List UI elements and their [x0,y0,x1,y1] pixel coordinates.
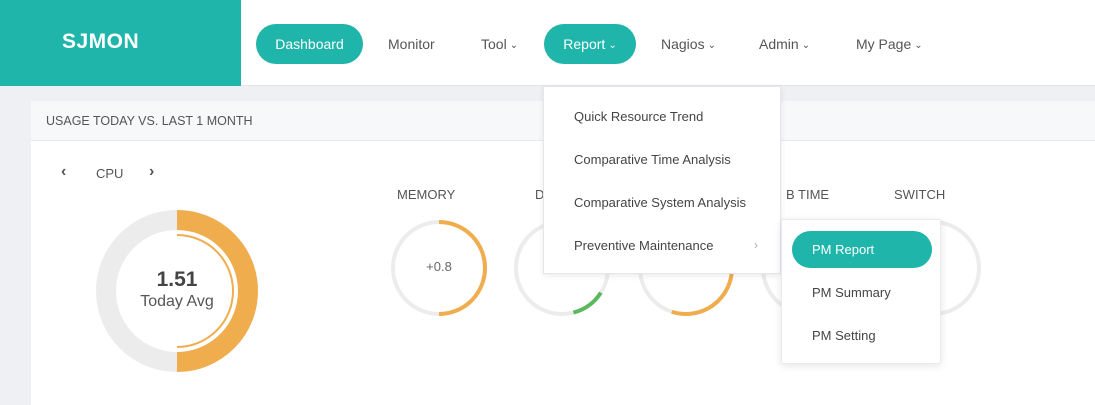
nav-admin[interactable]: Admin ⌄ [759,24,810,64]
menu-item-quick-resource-trend[interactable]: Quick Resource Trend [574,109,703,124]
nav-dashboard[interactable]: Dashboard [256,24,363,64]
nav-tool-label: Tool [481,36,507,52]
switch-label: SWITCH [894,187,946,202]
nav-monitor[interactable]: Monitor [388,24,435,64]
pm-submenu: PM Report PM Summary PM Setting [781,219,941,364]
nav-dashboard-label: Dashboard [275,36,344,52]
nav-report[interactable]: Report ⌄ [544,24,636,64]
chevron-down-icon: ⌄ [801,40,811,51]
nav-tool[interactable]: Tool ⌄ [481,24,518,64]
submenu-item-pm-summary[interactable]: PM Summary [812,285,891,300]
nav-report-label: Report [563,36,606,52]
brand-logo[interactable]: SJMON [0,0,241,86]
chevron-right-icon: › [754,238,758,252]
memory-value: +0.8 [426,259,452,274]
memory-label: MEMORY [397,187,456,202]
cpu-today-label: Today Avg [140,293,214,310]
nav-monitor-label: Monitor [388,36,435,52]
nav-nagios-label: Nagios [661,36,705,52]
gauge-3-arc [671,267,734,316]
submenu-item-pm-setting[interactable]: PM Setting [812,328,876,343]
menu-item-preventive-maintenance[interactable]: Preventive Maintenance [574,238,713,253]
time-label: B TIME [786,187,830,202]
report-dropdown-menu: Quick Resource Trend Comparative Time An… [543,86,781,274]
top-navbar: SJMON Dashboard Monitor Tool ⌄ Report ⌄ Na… [0,0,1095,86]
nav-my-page[interactable]: My Page ⌄ [856,24,923,64]
nav-my-page-label: My Page [856,36,912,52]
chevron-down-icon: ⌄ [707,40,716,51]
nav-nagios[interactable]: Nagios ⌄ [661,24,716,64]
cpu-today-value: 1.51 [156,268,198,291]
nav-admin-label: Admin [759,36,799,52]
menu-item-comparative-system-analysis[interactable]: Comparative System Analysis [574,195,746,210]
chevron-down-icon: ⌄ [914,40,923,51]
disk-gauge-arc [572,291,603,315]
submenu-item-pm-report[interactable]: PM Report [792,231,932,268]
chevron-down-icon: ⌄ [509,40,519,51]
menu-item-comparative-time-analysis[interactable]: Comparative Time Analysis [574,152,731,167]
chevron-down-icon: ⌄ [608,40,617,51]
